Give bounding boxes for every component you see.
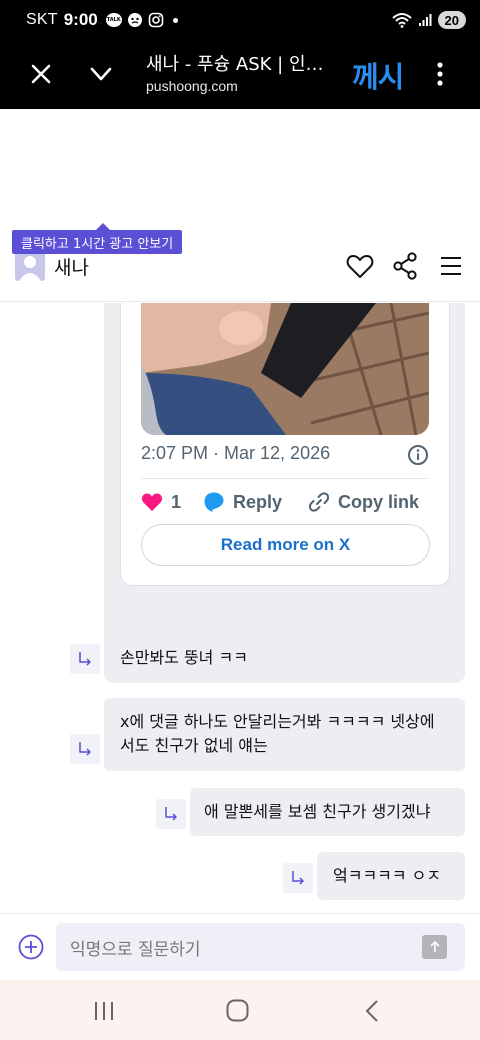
plus-circle-icon[interactable] <box>18 934 44 960</box>
back-icon[interactable] <box>364 999 380 1023</box>
instagram-icon <box>148 12 164 28</box>
carrier-label: SKT <box>26 11 58 28</box>
page-url: pushoong.com <box>146 78 238 94</box>
profile-header: 새나 <box>0 246 480 302</box>
home-icon[interactable] <box>226 999 249 1022</box>
signal-icon <box>418 14 432 26</box>
status-bar: SKT 9:00 TALK 20 <box>0 0 480 40</box>
reply-text: 애 말뽄세를 보셈 친구가 생기겠냐 <box>204 802 431 821</box>
tweet-photo[interactable] <box>141 303 429 435</box>
share-icon[interactable] <box>392 252 418 280</box>
more-notifications-dot <box>172 17 178 23</box>
recent-apps-icon[interactable] <box>93 1001 115 1021</box>
reply-arrow-icon <box>70 644 100 674</box>
reply-bubble: 엌ㅋㅋㅋㅋ ㅇㅈ <box>317 852 465 900</box>
angry-face-icon <box>127 13 142 27</box>
send-arrow-icon <box>429 940 440 952</box>
reply-bubble: 손만봐도 뚱녀 ㅋㅋ <box>104 635 465 682</box>
remove-ads-tooltip[interactable]: 클릭하고 1시간 광고 안보기 <box>12 223 183 254</box>
tweet-actions: 1 Reply Copy link <box>141 487 441 517</box>
close-icon[interactable] <box>26 59 56 89</box>
link-icon <box>308 492 330 512</box>
more-vert-icon[interactable] <box>430 60 450 88</box>
notification-icons: TALK <box>105 12 178 28</box>
reply-item <box>70 644 106 674</box>
answer-feed[interactable]: 2:07 PM · Mar 12, 2026 1 Reply Copy link… <box>0 303 480 913</box>
embedded-tweet[interactable]: 2:07 PM · Mar 12, 2026 1 Reply Copy link… <box>120 303 450 586</box>
ad-area <box>0 109 480 219</box>
chevron-down-icon[interactable] <box>86 59 116 89</box>
heart-icon[interactable] <box>346 253 374 279</box>
browser-logo[interactable]: 께시 <box>352 54 404 96</box>
copy-link-action[interactable]: Copy link <box>308 491 419 513</box>
reply-item <box>70 734 106 764</box>
tweet-photo-image <box>141 303 429 435</box>
question-composer: 익명으로 질문하기 <box>0 913 480 980</box>
reply-arrow-icon <box>70 734 100 764</box>
reply-bubble: 애 말뽄세를 보셈 친구가 생기겠냐 <box>190 788 465 836</box>
system-nav-bar <box>0 980 480 1040</box>
battery-indicator: 20 <box>437 11 466 29</box>
hamburger-icon[interactable] <box>440 255 462 277</box>
avatar[interactable] <box>15 251 45 281</box>
reply-bubble-icon <box>204 492 224 512</box>
like-count: 1 <box>171 491 182 512</box>
like-action[interactable]: 1 <box>141 492 181 513</box>
like-heart-icon <box>141 493 163 511</box>
reply-label: Reply <box>233 491 283 512</box>
info-icon[interactable] <box>407 444 429 466</box>
reply-item <box>283 863 319 893</box>
tweet-divider <box>141 478 429 479</box>
answer-card: 2:07 PM · Mar 12, 2026 1 Reply Copy link… <box>104 303 465 683</box>
reply-bubble: x에 댓글 하나도 안달리는거봐 ㅋㅋㅋㅋ 넷상에서도 친구가 없네 얘는 <box>104 698 465 771</box>
copy-link-label: Copy link <box>338 491 420 512</box>
question-placeholder: 익명으로 질문하기 <box>70 939 201 960</box>
reply-item <box>156 799 192 829</box>
tweet-timestamp[interactable]: 2:07 PM · Mar 12, 2026 <box>141 443 330 464</box>
reply-arrow-icon <box>283 863 313 893</box>
page-title: 새나 - 푸슝 ASK | 인… <box>146 54 324 75</box>
wifi-icon <box>391 13 412 28</box>
browser-toolbar: 새나 - 푸슝 ASK | 인… pushoong.com 께시 <box>0 40 480 109</box>
reply-text: 엌ㅋㅋㅋㅋ ㅇㅈ <box>333 866 442 885</box>
reply-text: 손만봐도 뚱녀 ㅋㅋ <box>120 648 248 667</box>
reply-arrow-icon <box>156 799 186 829</box>
read-more-button[interactable]: Read more on X <box>141 524 430 566</box>
clock: 9:00 <box>63 10 98 29</box>
profile-name: 새나 <box>54 257 89 279</box>
send-button[interactable] <box>422 935 447 959</box>
kakaotalk-icon: TALK <box>105 13 122 27</box>
reply-action[interactable]: Reply <box>203 491 282 513</box>
anonymous-question-input[interactable]: 익명으로 질문하기 <box>56 923 465 971</box>
default-avatar-icon <box>19 256 41 281</box>
reply-text: x에 댓글 하나도 안달리는거봐 ㅋㅋㅋㅋ 넷상에서도 친구가 없네 얘는 <box>120 712 435 755</box>
